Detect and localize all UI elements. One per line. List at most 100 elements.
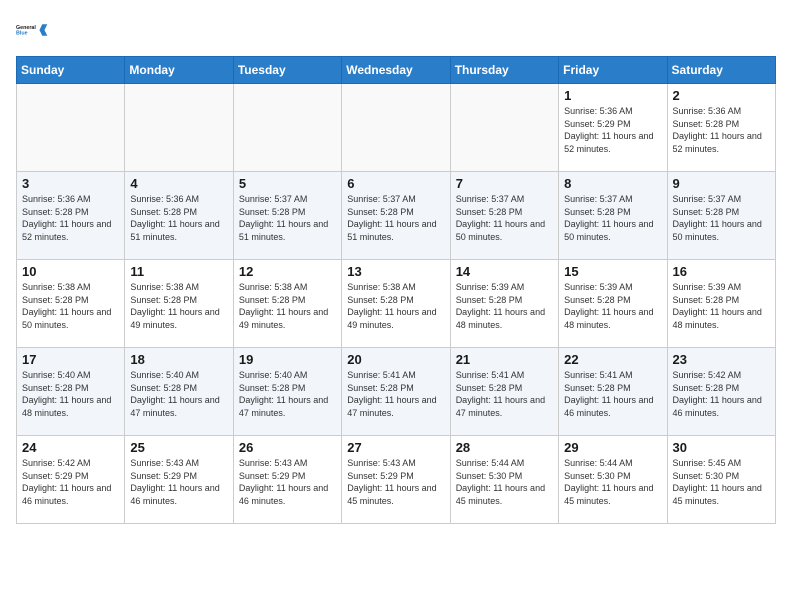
svg-text:Blue: Blue [16, 31, 28, 37]
calendar-cell: 29 Sunrise: 5:44 AM Sunset: 5:30 PM Dayli… [559, 436, 667, 524]
calendar-header-row: SundayMondayTuesdayWednesdayThursdayFrid… [17, 57, 776, 84]
day-number: 29 [564, 440, 661, 455]
day-info: Sunrise: 5:37 AM Sunset: 5:28 PM Dayligh… [673, 193, 770, 243]
day-number: 30 [673, 440, 770, 455]
day-info: Sunrise: 5:40 AM Sunset: 5:28 PM Dayligh… [22, 369, 119, 419]
weekday-header: Wednesday [342, 57, 450, 84]
calendar-cell: 6 Sunrise: 5:37 AM Sunset: 5:28 PM Daylig… [342, 172, 450, 260]
day-info: Sunrise: 5:40 AM Sunset: 5:28 PM Dayligh… [239, 369, 336, 419]
calendar-cell: 13Sunrise: 5:38 AM Sunset: 5:28 PM Dayli… [342, 260, 450, 348]
day-number: 17 [22, 352, 119, 367]
day-info: Sunrise: 5:41 AM Sunset: 5:28 PM Dayligh… [456, 369, 553, 419]
day-number: 16 [673, 264, 770, 279]
calendar-cell: 30 Sunrise: 5:45 AM Sunset: 5:30 PM Dayli… [667, 436, 775, 524]
weekday-header: Friday [559, 57, 667, 84]
calendar-cell [342, 84, 450, 172]
day-info: Sunrise: 5:37 AM Sunset: 5:28 PM Dayligh… [239, 193, 336, 243]
day-number: 14 [456, 264, 553, 279]
calendar-cell: 3 Sunrise: 5:36 AM Sunset: 5:28 PM Daylig… [17, 172, 125, 260]
weekday-header: Saturday [667, 57, 775, 84]
day-info: Sunrise: 5:42 AM Sunset: 5:29 PM Dayligh… [22, 457, 119, 507]
weekday-header: Thursday [450, 57, 558, 84]
calendar-cell: 11Sunrise: 5:38 AM Sunset: 5:28 PM Dayli… [125, 260, 233, 348]
day-number: 26 [239, 440, 336, 455]
calendar-cell: 1 Sunrise: 5:36 AM Sunset: 5:29 PM Daylig… [559, 84, 667, 172]
calendar-week-row: 24 Sunrise: 5:42 AM Sunset: 5:29 PM Dayli… [17, 436, 776, 524]
calendar-cell [233, 84, 341, 172]
weekday-header: Sunday [17, 57, 125, 84]
day-number: 12 [239, 264, 336, 279]
day-info: Sunrise: 5:41 AM Sunset: 5:28 PM Dayligh… [347, 369, 444, 419]
day-number: 1 [564, 88, 661, 103]
day-info: Sunrise: 5:36 AM Sunset: 5:28 PM Dayligh… [130, 193, 227, 243]
calendar-cell: 25 Sunrise: 5:43 AM Sunset: 5:29 PM Dayli… [125, 436, 233, 524]
day-info: Sunrise: 5:44 AM Sunset: 5:30 PM Dayligh… [564, 457, 661, 507]
weekday-header: Tuesday [233, 57, 341, 84]
day-number: 18 [130, 352, 227, 367]
calendar-cell: 5 Sunrise: 5:37 AM Sunset: 5:28 PM Daylig… [233, 172, 341, 260]
day-info: Sunrise: 5:39 AM Sunset: 5:28 PM Dayligh… [564, 281, 661, 331]
day-info: Sunrise: 5:44 AM Sunset: 5:30 PM Dayligh… [456, 457, 553, 507]
day-info: Sunrise: 5:38 AM Sunset: 5:28 PM Dayligh… [239, 281, 336, 331]
calendar-cell: 16Sunrise: 5:39 AM Sunset: 5:28 PM Dayli… [667, 260, 775, 348]
day-info: Sunrise: 5:40 AM Sunset: 5:28 PM Dayligh… [130, 369, 227, 419]
calendar-cell: 19 Sunrise: 5:40 AM Sunset: 5:28 PM Dayli… [233, 348, 341, 436]
calendar-week-row: 10 Sunrise: 5:38 AM Sunset: 5:28 PM Dayli… [17, 260, 776, 348]
calendar-cell: 9 Sunrise: 5:37 AM Sunset: 5:28 PM Daylig… [667, 172, 775, 260]
day-number: 22 [564, 352, 661, 367]
day-info: Sunrise: 5:39 AM Sunset: 5:28 PM Dayligh… [456, 281, 553, 331]
day-info: Sunrise: 5:43 AM Sunset: 5:29 PM Dayligh… [130, 457, 227, 507]
calendar-cell: 2Sunrise: 5:36 AM Sunset: 5:28 PM Daylig… [667, 84, 775, 172]
day-number: 15 [564, 264, 661, 279]
day-info: Sunrise: 5:43 AM Sunset: 5:29 PM Dayligh… [239, 457, 336, 507]
day-number: 19 [239, 352, 336, 367]
calendar-cell: 4Sunrise: 5:36 AM Sunset: 5:28 PM Daylig… [125, 172, 233, 260]
page-header: GeneralBlue [16, 16, 776, 44]
calendar-cell: 28 Sunrise: 5:44 AM Sunset: 5:30 PM Dayli… [450, 436, 558, 524]
calendar-cell: 17 Sunrise: 5:40 AM Sunset: 5:28 PM Dayli… [17, 348, 125, 436]
calendar-table: SundayMondayTuesdayWednesdayThursdayFrid… [16, 56, 776, 524]
calendar-cell: 8Sunrise: 5:37 AM Sunset: 5:28 PM Daylig… [559, 172, 667, 260]
day-number: 23 [673, 352, 770, 367]
calendar-cell: 22 Sunrise: 5:41 AM Sunset: 5:28 PM Dayli… [559, 348, 667, 436]
day-info: Sunrise: 5:37 AM Sunset: 5:28 PM Dayligh… [456, 193, 553, 243]
calendar-cell [17, 84, 125, 172]
day-info: Sunrise: 5:41 AM Sunset: 5:28 PM Dayligh… [564, 369, 661, 419]
svg-text:General: General [16, 25, 36, 31]
day-number: 11 [130, 264, 227, 279]
day-number: 3 [22, 176, 119, 191]
logo: GeneralBlue [16, 16, 48, 44]
day-info: Sunrise: 5:42 AM Sunset: 5:28 PM Dayligh… [673, 369, 770, 419]
calendar-cell [125, 84, 233, 172]
day-info: Sunrise: 5:45 AM Sunset: 5:30 PM Dayligh… [673, 457, 770, 507]
day-number: 6 [347, 176, 444, 191]
day-number: 25 [130, 440, 227, 455]
calendar-cell: 14 Sunrise: 5:39 AM Sunset: 5:28 PM Dayli… [450, 260, 558, 348]
calendar-cell: 20 Sunrise: 5:41 AM Sunset: 5:28 PM Dayli… [342, 348, 450, 436]
calendar-cell: 15 Sunrise: 5:39 AM Sunset: 5:28 PM Dayli… [559, 260, 667, 348]
day-number: 7 [456, 176, 553, 191]
day-info: Sunrise: 5:36 AM Sunset: 5:28 PM Dayligh… [673, 105, 770, 155]
calendar-cell: 27 Sunrise: 5:43 AM Sunset: 5:29 PM Dayli… [342, 436, 450, 524]
day-number: 20 [347, 352, 444, 367]
day-info: Sunrise: 5:37 AM Sunset: 5:28 PM Dayligh… [347, 193, 444, 243]
day-number: 28 [456, 440, 553, 455]
day-number: 27 [347, 440, 444, 455]
calendar-cell: 21 Sunrise: 5:41 AM Sunset: 5:28 PM Dayli… [450, 348, 558, 436]
day-number: 9 [673, 176, 770, 191]
day-info: Sunrise: 5:36 AM Sunset: 5:28 PM Dayligh… [22, 193, 119, 243]
day-number: 5 [239, 176, 336, 191]
calendar-cell: 7 Sunrise: 5:37 AM Sunset: 5:28 PM Daylig… [450, 172, 558, 260]
day-info: Sunrise: 5:38 AM Sunset: 5:28 PM Dayligh… [22, 281, 119, 331]
day-info: Sunrise: 5:36 AM Sunset: 5:29 PM Dayligh… [564, 105, 661, 155]
calendar-cell: 12 Sunrise: 5:38 AM Sunset: 5:28 PM Dayli… [233, 260, 341, 348]
day-number: 10 [22, 264, 119, 279]
day-number: 13 [347, 264, 444, 279]
calendar-cell: 26 Sunrise: 5:43 AM Sunset: 5:29 PM Dayli… [233, 436, 341, 524]
day-number: 21 [456, 352, 553, 367]
day-info: Sunrise: 5:43 AM Sunset: 5:29 PM Dayligh… [347, 457, 444, 507]
calendar-cell: 23 Sunrise: 5:42 AM Sunset: 5:28 PM Dayli… [667, 348, 775, 436]
calendar-week-row: 3 Sunrise: 5:36 AM Sunset: 5:28 PM Daylig… [17, 172, 776, 260]
day-info: Sunrise: 5:37 AM Sunset: 5:28 PM Dayligh… [564, 193, 661, 243]
day-number: 24 [22, 440, 119, 455]
